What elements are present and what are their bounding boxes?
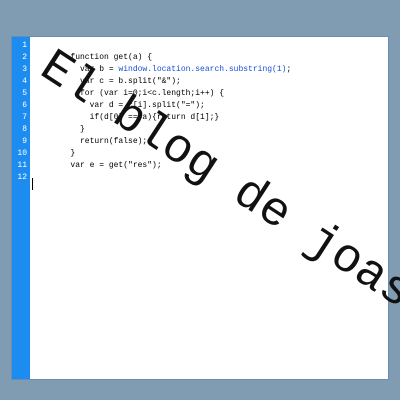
text-cursor (32, 178, 33, 190)
line-number: 6 (22, 101, 27, 110)
code-line[interactable]: if(d[0] == a){return d[1];} (32, 100, 384, 122)
line-number: 9 (22, 137, 27, 146)
line-number-gutter: 1 2 3 4 5 6 7 8 9 10 11 12 (12, 37, 30, 379)
line-number: 11 (17, 161, 27, 170)
code-line[interactable]: var e = get("res"); (32, 148, 384, 170)
line-number: 4 (22, 77, 27, 86)
code-area[interactable]: function get(a) { var b = window.locatio… (30, 37, 388, 379)
line-number: 10 (17, 149, 27, 158)
window-frame: 1 2 3 4 5 6 7 8 9 10 11 12 function get(… (0, 0, 400, 400)
code-line[interactable]: var b = window.location.search.substring… (32, 52, 384, 74)
code-line[interactable]: } (32, 136, 384, 158)
line-number: 3 (22, 65, 27, 74)
code-line[interactable]: } (32, 112, 384, 134)
code-line[interactable]: for (var i=0;i<c.length;i++) { (32, 76, 384, 98)
code-line[interactable]: var d = c[i].split("="); (32, 88, 384, 110)
line-number: 2 (22, 53, 27, 62)
line-number: 1 (22, 41, 27, 50)
code-editor[interactable]: 1 2 3 4 5 6 7 8 9 10 11 12 function get(… (11, 36, 389, 380)
line-number: 12 (17, 173, 27, 182)
line-number: 8 (22, 125, 27, 134)
code-line[interactable] (32, 160, 384, 172)
code-line[interactable]: var c = b.split("&"); (32, 64, 384, 86)
code-line[interactable]: function get(a) { (32, 40, 384, 62)
code-line[interactable] (32, 172, 384, 184)
line-number: 5 (22, 89, 27, 98)
line-number: 7 (22, 113, 27, 122)
code-line[interactable]: return(false); (32, 124, 384, 146)
